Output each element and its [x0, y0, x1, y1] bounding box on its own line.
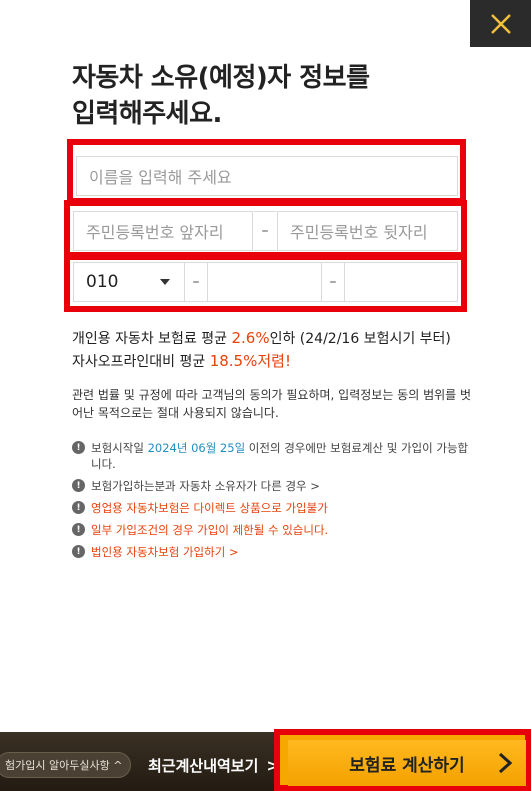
phone-last-input[interactable]: [344, 262, 458, 302]
ssn-front-input[interactable]: 주민등록번호 앞자리: [73, 211, 253, 251]
phone-dash-1: –: [184, 262, 208, 302]
calculate-premium-button[interactable]: 보험료 계산하기: [288, 740, 526, 786]
recent-calculations-button[interactable]: 최근계산내역보기 >: [148, 752, 280, 778]
bullet-text: 일부 가입조건의 경우 가입이 제한될 수 있습니다.: [91, 523, 329, 537]
list-item: ! 영업용 자동차보험은 다이렉트 상품으로 가입불가: [72, 500, 472, 516]
exclamation-icon: !: [72, 501, 85, 514]
discount-info: 개인용 자동차 보험료 평균 2.6%인하 (24/2/16 보험시기 부터) …: [72, 327, 492, 373]
page-title: 자동차 소유(예정)자 정보를 입력해주세요.: [72, 60, 472, 132]
list-item[interactable]: ! 법인용 자동차보험 가입하기 >: [72, 544, 472, 560]
recent-calculations-label: 최근계산내역보기: [148, 756, 259, 775]
discount-percent: 2.6%: [231, 329, 270, 347]
start-date: 2024년 06월 25일: [147, 441, 246, 455]
list-item: ! 일부 가입조건의 경우 가입이 제한될 수 있습니다.: [72, 522, 472, 538]
bullet-text: 영업용 자동차보험은 다이렉트 상품으로 가입불가: [91, 501, 328, 515]
ssn-front-placeholder: 주민등록번호 앞자리: [86, 223, 224, 242]
exclamation-icon: !: [72, 479, 85, 492]
corporate-insurance-link[interactable]: 법인용 자동차보험 가입하기 >: [91, 544, 472, 560]
exclamation-icon: !: [72, 523, 85, 536]
discount-text: 자사오프라인대비 평균: [72, 354, 210, 370]
discount-line-2: 자사오프라인대비 평균 18.5%저렴!: [72, 350, 492, 373]
title-line-2: 입력해주세요.: [72, 99, 222, 129]
phone-prefix-value: 010: [86, 272, 119, 292]
caret-down-icon: [160, 279, 170, 285]
name-placeholder: 이름을 입력해 주세요: [89, 168, 232, 187]
phone-middle-input[interactable]: [207, 262, 322, 302]
close-icon[interactable]: [490, 13, 512, 35]
ssn-back-placeholder: 주민등록번호 뒷자리: [290, 223, 428, 242]
phone-dash-2: –: [321, 262, 345, 302]
calculate-premium-label: 보험료 계산하기: [349, 755, 465, 776]
bullet-text-part: 보험시작일: [91, 441, 148, 455]
ssn-back-input[interactable]: 주민등록번호 뒷자리: [277, 211, 458, 251]
discount-text: 개인용 자동차 보험료 평균: [72, 331, 232, 347]
bullet-text: 보험시작일 2024년 06월 25일 이전의 경우에만 보험료계산 및 가입이…: [91, 440, 472, 472]
title-line-1: 자동차 소유(예정)자 정보를: [72, 63, 370, 93]
list-item: ! 보험시작일 2024년 06월 25일 이전의 경우에만 보험료계산 및 가…: [72, 440, 472, 472]
name-input[interactable]: 이름을 입력해 주세요: [76, 156, 458, 196]
close-button[interactable]: [470, 0, 531, 47]
exclamation-icon: !: [72, 545, 85, 558]
insurance-notes-button[interactable]: 험가입시 알아두실사항 ^: [0, 752, 132, 778]
discount-percent: 18.5%저렴!: [209, 352, 291, 370]
phone-prefix-select[interactable]: 010: [73, 262, 185, 302]
different-owner-link[interactable]: 보험가입하는분과 자동차 소유자가 다른 경우 >: [91, 478, 472, 494]
discount-text: 인하 (24/2/16 보험시기 부터): [269, 331, 451, 347]
consent-notice: 관련 법률 및 규정에 따라 고객님의 동의가 필요하며, 입력정보는 동의 범…: [72, 388, 472, 420]
info-bullet-list: ! 보험시작일 2024년 06월 25일 이전의 경우에만 보험료계산 및 가…: [72, 440, 472, 566]
ssn-dash: –: [254, 211, 276, 251]
discount-line-1: 개인용 자동차 보험료 평균 2.6%인하 (24/2/16 보험시기 부터): [72, 327, 492, 350]
exclamation-icon: !: [72, 441, 85, 454]
list-item[interactable]: ! 보험가입하는분과 자동차 소유자가 다른 경우 >: [72, 478, 472, 494]
chevron-right-icon: [498, 752, 512, 774]
